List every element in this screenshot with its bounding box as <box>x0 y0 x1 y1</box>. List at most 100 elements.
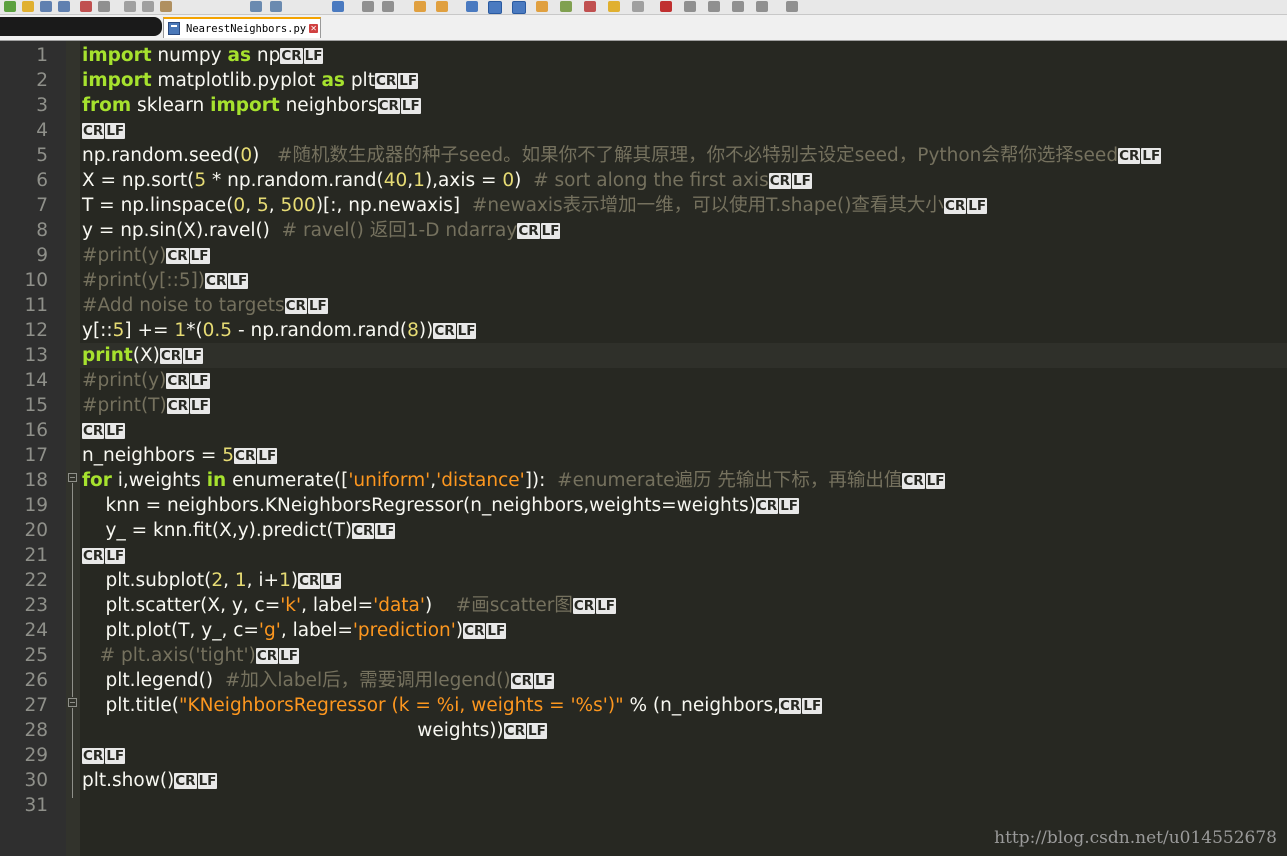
word-wrap-icon[interactable] <box>466 1 478 12</box>
close-tab-icon[interactable]: ✕ <box>309 24 319 33</box>
code-line[interactable]: T = np.linspace(0, 5, 500)[:, np.newaxis… <box>82 193 988 218</box>
code-token: #Add noise to targets <box>82 295 285 316</box>
save-macro-icon[interactable] <box>756 1 768 12</box>
code-token: n_neighbors = <box>82 445 223 466</box>
eol-cr: CR <box>255 648 279 664</box>
eol-cr: CR <box>902 473 925 489</box>
code-token: , <box>245 195 257 216</box>
eol-cr: CR <box>572 598 596 614</box>
code-token: 'k' <box>280 595 302 616</box>
run-macro-icon[interactable] <box>732 1 744 12</box>
cut-icon[interactable] <box>124 1 136 12</box>
eol-marker: CR LF <box>1118 142 1162 167</box>
code-line[interactable]: knn = neighbors.KNeighborsRegressor(n_ne… <box>82 493 800 518</box>
code-line[interactable]: CR LF <box>82 118 126 143</box>
code-line[interactable]: import matplotlib.pyplot as pltCR LF <box>82 68 419 93</box>
eol-lf: LF <box>792 173 812 189</box>
code-line[interactable]: np.random.seed(0) #随机数生成器的种子seed。如果你不了解其… <box>82 143 1162 168</box>
eol-lf: LF <box>105 748 126 764</box>
function-list-icon[interactable] <box>584 1 596 12</box>
code-line[interactable]: #print(y)CR LF <box>82 368 211 393</box>
line-number: 7 <box>36 195 48 216</box>
eol-marker: CR LF <box>755 492 800 517</box>
save-all-icon[interactable] <box>58 1 70 12</box>
all-chars-icon[interactable] <box>488 1 502 14</box>
fold-toggle-icon[interactable] <box>68 473 77 482</box>
code-line[interactable]: from sklearn import neighborsCR LF <box>82 93 422 118</box>
code-line[interactable]: #Add noise to targetsCR LF <box>82 293 329 318</box>
zoom-in-icon[interactable] <box>362 1 374 12</box>
code-line[interactable]: plt.scatter(X, y, c='k', label='data') #… <box>82 593 617 618</box>
code-line[interactable]: CR LF <box>82 543 126 568</box>
undo-icon[interactable] <box>250 1 262 12</box>
code-line[interactable]: y = np.sin(X).ravel() # ravel() 返回1-D nd… <box>82 218 561 243</box>
code-token: X = np.sort( <box>82 170 195 191</box>
code-line[interactable]: import numpy as npCR LF <box>82 43 324 68</box>
code-line[interactable]: plt.legend() #加入label后，需要调用legend()CR LF <box>82 668 555 693</box>
indent-guide-icon[interactable] <box>512 1 526 14</box>
find-icon[interactable] <box>332 1 344 12</box>
code-line[interactable]: weights))CR LF <box>82 718 548 743</box>
code-token: 1 <box>174 320 187 341</box>
zoom-out-icon[interactable] <box>382 1 394 12</box>
new-file-icon[interactable] <box>4 1 16 12</box>
sync-scroll-icon[interactable] <box>414 1 426 12</box>
code-line[interactable]: CR LF <box>82 743 126 768</box>
sync-h-icon[interactable] <box>436 1 448 12</box>
code-line[interactable]: y_ = knn.fit(X,y).predict(T)CR LF <box>82 518 396 543</box>
code-token: 'distance' <box>436 470 525 491</box>
code-line[interactable]: # plt.axis('tight')CR LF <box>82 643 300 668</box>
tab-nearestneighbors[interactable]: NearestNeighbors.py ✕ <box>163 17 321 38</box>
code-token: 5 <box>222 445 235 466</box>
code-line[interactable]: print(X)CR LF <box>82 343 204 368</box>
eol-cr: CR <box>768 173 792 189</box>
code-line[interactable]: CR LF <box>82 418 126 443</box>
code-line[interactable]: for i,weights in enumerate(['uniform','d… <box>82 468 946 493</box>
code-line[interactable]: plt.title("KNeighborsRegressor (k = %i, … <box>82 693 823 718</box>
print-icon[interactable] <box>98 1 110 12</box>
play-macro-icon[interactable] <box>708 1 720 12</box>
spell-check-icon[interactable] <box>786 1 798 12</box>
line-number: 21 <box>24 545 48 566</box>
paste-icon[interactable] <box>160 1 172 12</box>
close-file-icon[interactable] <box>80 1 92 12</box>
code-token: # ravel() 返回1-D ndarray <box>281 220 518 241</box>
eol-lf: LF <box>105 548 126 564</box>
udl-icon[interactable] <box>536 1 548 12</box>
code-token: in <box>206 470 227 491</box>
folder-workspace-icon[interactable] <box>608 1 620 12</box>
eol-lf: LF <box>105 123 126 139</box>
code-token: ) <box>252 145 272 166</box>
line-number: 4 <box>36 120 48 141</box>
open-file-icon[interactable] <box>22 1 34 12</box>
eol-marker: CR LF <box>779 692 823 717</box>
code-token: *( <box>186 320 203 341</box>
fold-toggle-icon[interactable] <box>68 698 77 707</box>
save-icon[interactable] <box>40 1 52 12</box>
code-line[interactable]: plt.subplot(2, 1, i+1)CR LF <box>82 568 342 593</box>
code-line[interactable]: #print(T)CR LF <box>82 393 211 418</box>
code-line[interactable]: plt.show()CR LF <box>82 768 218 793</box>
code-line[interactable]: plt.plot(T, y_, c='g', label='prediction… <box>82 618 507 643</box>
monitor-icon[interactable] <box>632 1 644 12</box>
copy-icon[interactable] <box>142 1 154 12</box>
code-line[interactable]: X = np.sort(5 * np.random.rand(40,1),axi… <box>82 168 813 193</box>
code-editor[interactable]: 1 2 3 4 5 6 7 8 9 10 11 12 13 14 15 16 17 18 19 20 21 22 23 24 2… <box>0 41 1287 856</box>
code-line[interactable]: #print(y[::5])CR LF <box>82 268 249 293</box>
record-macro-icon[interactable] <box>660 1 672 12</box>
eol-lf: LF <box>540 223 561 239</box>
code-line[interactable]: y[::5] += 1*(0.5 - np.random.rand(8))CR L… <box>82 318 477 343</box>
line-number: 13 <box>24 345 48 366</box>
eol-marker: CR LF <box>166 367 210 392</box>
doc-map-icon[interactable] <box>560 1 572 12</box>
fold-margin[interactable] <box>66 41 80 856</box>
eol-lf: LF <box>189 373 210 389</box>
redo-icon[interactable] <box>270 1 282 12</box>
code-line[interactable]: #print(y)CR LF <box>82 243 211 268</box>
code-token: #newaxis表示增加一维，可以使用T.shape()查看其大小 <box>471 195 944 216</box>
code-line[interactable]: n_neighbors = 5CR LF <box>82 443 278 468</box>
stop-macro-icon[interactable] <box>684 1 696 12</box>
eol-lf: LF <box>456 323 477 339</box>
code-token: import <box>82 70 152 91</box>
code-token: , label= <box>301 595 374 616</box>
